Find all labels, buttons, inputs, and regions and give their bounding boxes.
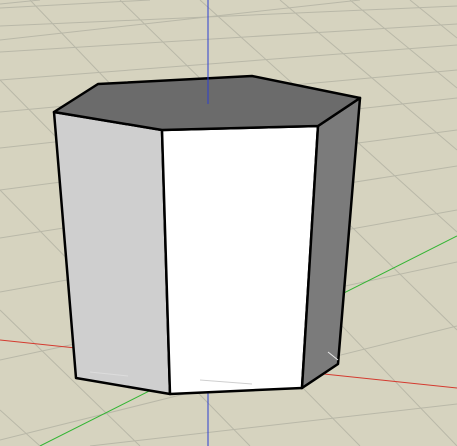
- viewport-canvas[interactable]: [0, 0, 457, 446]
- 3d-viewport[interactable]: [0, 0, 457, 446]
- prism-front-face[interactable]: [160, 124, 320, 396]
